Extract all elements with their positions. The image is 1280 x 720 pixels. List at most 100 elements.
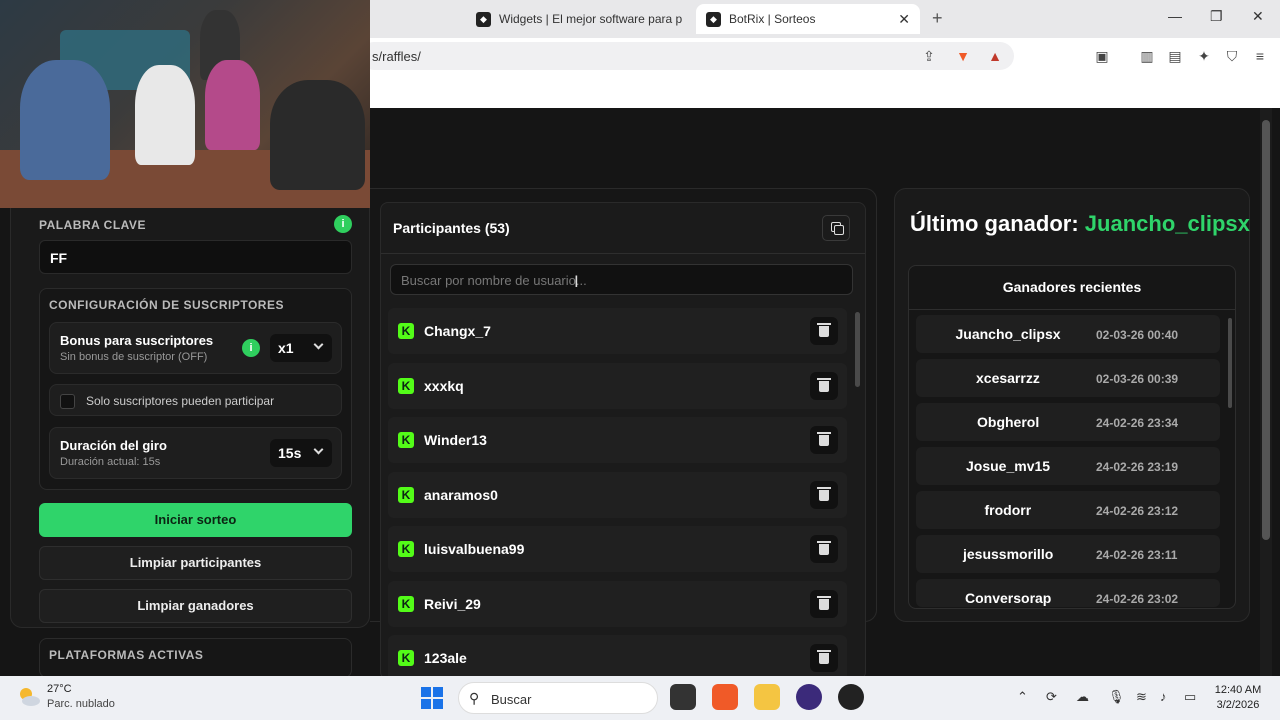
kick-icon: K	[398, 432, 414, 448]
trash-icon	[817, 377, 831, 380]
clear-participants-button[interactable]: Limpiar participantes	[39, 546, 352, 580]
winner-row: xcesarrzz 02-03-26 00:39	[916, 359, 1220, 397]
brave-shield-icon[interactable]: ▼	[955, 48, 971, 64]
subscriber-config-title: CONFIGURACIÓN DE SUSCRIPTORES	[49, 298, 284, 312]
participant-row: Kanaramos0	[388, 471, 847, 518]
trash-icon	[819, 489, 829, 501]
trash-icon	[819, 544, 829, 555]
participant-name: Reivi_29	[424, 595, 481, 612]
minimize-icon[interactable]: —	[1168, 8, 1182, 24]
participant-name: Winder13	[424, 432, 487, 448]
microphone-icon[interactable]: 🎙	[1108, 689, 1125, 705]
winner-name: frodorr	[984, 502, 1032, 518]
app-icon[interactable]	[838, 684, 864, 710]
last-winner-label: Último ganador:	[910, 211, 1079, 236]
participant-name: xxxkq	[424, 377, 464, 394]
keyword-input[interactable]: FF	[39, 240, 352, 274]
start-raffle-button[interactable]: Iniciar sorteo	[39, 503, 352, 537]
copy-icon	[834, 225, 844, 235]
maximize-icon[interactable]: ❐	[1210, 8, 1223, 25]
participant-search-input[interactable]: Buscar por nombre de usuario...	[390, 264, 853, 295]
trash-icon	[819, 653, 829, 664]
wallet-icon[interactable]: ▤	[1167, 48, 1183, 64]
wifi-icon[interactable]: ≋	[1136, 689, 1147, 705]
close-window-icon[interactable]: ✕	[1252, 8, 1264, 25]
participants-divider	[381, 253, 865, 254]
delete-participant-button[interactable]	[810, 644, 838, 672]
text-cursor-icon: I	[574, 272, 579, 291]
delete-participant-button[interactable]	[810, 371, 838, 400]
close-tab-icon[interactable]: ✕	[898, 11, 910, 28]
system-clock[interactable]: 12:40 AM 3/2/2026	[1208, 683, 1268, 713]
delete-participant-button[interactable]	[810, 589, 838, 618]
bonus-select[interactable]: x1	[270, 334, 332, 362]
participant-name: anaramos0	[424, 486, 498, 503]
winner-name: Conversorap	[965, 590, 1052, 606]
leo-icon[interactable]: ✦	[1196, 48, 1212, 64]
recent-winners-title: Ganadores recientes	[1002, 279, 1142, 295]
participants-title: Participantes (53)	[393, 220, 510, 236]
participant-list-scrollbar[interactable]	[855, 312, 860, 387]
kick-icon: K	[398, 323, 414, 339]
battery-icon[interactable]: ▭	[1184, 689, 1196, 705]
winner-row: jesussmorillo 24-02-26 23:11	[916, 535, 1220, 573]
spin-subtitle: Duración actual: 15s	[60, 456, 161, 468]
share-icon[interactable]: ⇪	[921, 48, 937, 64]
cloud-off-icon[interactable]: ☁	[1076, 689, 1089, 705]
spin-duration-select[interactable]: 15s	[270, 439, 332, 467]
tab-botrix[interactable]: ◆ BotRix | Sorteos ✕	[696, 4, 920, 34]
menu-icon[interactable]: ≡	[1252, 48, 1268, 64]
file-explorer-icon[interactable]	[754, 684, 780, 710]
only-subs-checkbox[interactable]	[60, 394, 75, 409]
temperature: 27°C	[47, 683, 72, 695]
page-scrollbar[interactable]	[1262, 120, 1270, 540]
sync-icon[interactable]: ⟳	[1046, 689, 1057, 705]
brave-browser-icon[interactable]	[712, 684, 738, 710]
clock-time: 12:40 AM	[1214, 684, 1262, 696]
vpn-icon[interactable]: ⛉	[1224, 48, 1240, 64]
participant-row: Kluisvalbuena99	[388, 526, 847, 572]
only-subs-row[interactable]: Solo suscriptores pueden participar	[49, 384, 342, 416]
delete-participant-button[interactable]	[810, 480, 838, 509]
partly-cloudy-icon[interactable]	[16, 684, 42, 710]
delete-participant-button[interactable]	[810, 426, 838, 454]
task-view-icon[interactable]	[670, 684, 696, 710]
winner-name: xcesarrzz	[976, 370, 1040, 386]
chevron-down-icon	[313, 339, 324, 350]
brave-rewards-icon[interactable]: ▲	[987, 48, 1003, 64]
bonus-title: Bonus para suscriptores	[60, 333, 214, 348]
address-bar[interactable]: s/raffles/	[360, 42, 1014, 70]
obs-icon[interactable]	[796, 684, 822, 710]
trash-icon	[819, 326, 829, 337]
reader-icon[interactable]: ▣	[1094, 48, 1110, 64]
volume-icon[interactable]: ♪	[1160, 689, 1167, 704]
winners-scrollbar[interactable]	[1228, 318, 1232, 408]
winner-row: Juancho_clipsx 02-03-26 00:40	[916, 315, 1220, 353]
bonus-select-value: x1	[278, 340, 294, 356]
info-icon[interactable]: i	[334, 215, 352, 233]
tab-title: Widgets | El mejor software para pot	[499, 12, 682, 26]
trash-icon	[817, 595, 831, 598]
delete-participant-button[interactable]	[810, 317, 838, 345]
trash-icon	[819, 380, 829, 392]
clear-winners-button[interactable]: Limpiar ganadores	[39, 589, 352, 623]
clock-date: 3/2/2026	[1216, 699, 1260, 711]
winner-name: Juancho_clipsx	[955, 326, 1061, 342]
trash-icon	[817, 541, 831, 543]
sidebar-icon[interactable]: ▥	[1139, 48, 1155, 64]
participant-row: K Reivi_29	[388, 580, 847, 627]
kick-icon: K	[398, 595, 414, 612]
trash-icon	[817, 650, 831, 652]
windows-start-icon[interactable]	[421, 687, 443, 709]
taskbar-search[interactable]: ⚲ Buscar	[458, 682, 658, 714]
windows-taskbar: 27°C Parc. nublado ⚲ Buscar ⌃ ⟳ ☁ 🎙 ≋ ♪ …	[0, 676, 1280, 720]
winner-name: jesussmorillo	[963, 546, 1054, 562]
delete-participant-button[interactable]	[810, 535, 838, 563]
tab-widgets[interactable]: ◆ Widgets | El mejor software para pot	[466, 4, 692, 34]
new-tab-icon[interactable]: +	[932, 8, 943, 29]
info-icon[interactable]: i	[242, 339, 260, 357]
chevron-up-icon[interactable]: ⌃	[1017, 689, 1028, 705]
copy-button[interactable]	[822, 215, 850, 241]
participant-row: K Winder13	[388, 417, 847, 463]
recent-winners-divider	[909, 309, 1235, 310]
